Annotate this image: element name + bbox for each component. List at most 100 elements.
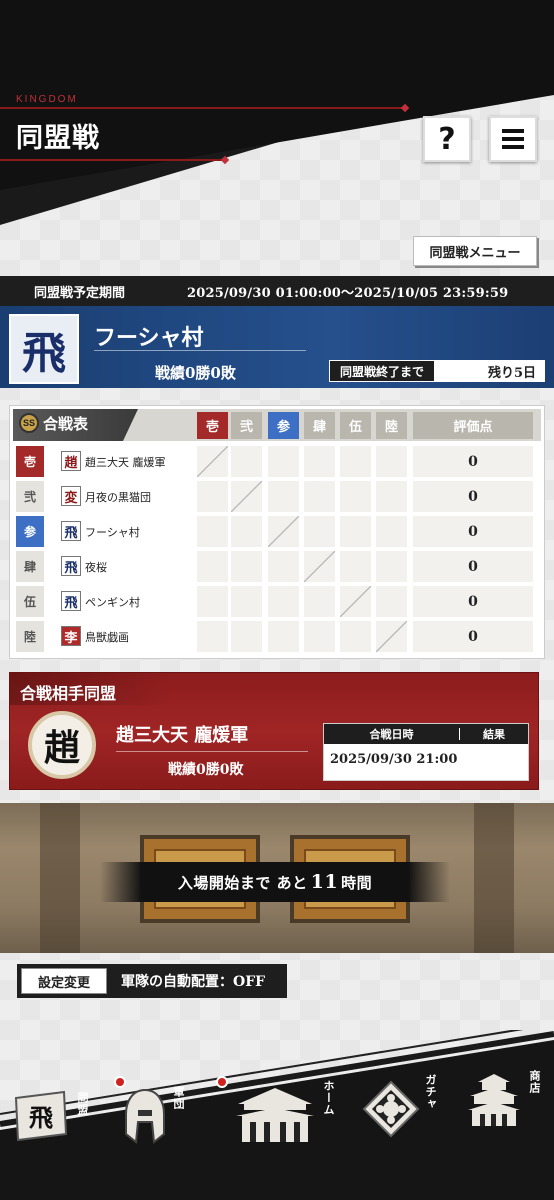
battle-table: SS 合戦表 壱 弐 参 肆 伍 陸 評価点 壱 趙 趙三大天 龐煖軍 0 弐 … <box>9 405 545 659</box>
opponent-record: 戦績0勝0敗 <box>168 762 244 778</box>
alliance-emblem: 飛 <box>9 314 79 384</box>
table-cell <box>268 481 299 512</box>
table-cell <box>268 586 299 617</box>
gacha-crest-icon <box>362 1080 420 1138</box>
hamburger-icon <box>502 125 524 153</box>
bottom-nav: 飛 同盟 軍団 ホーム ガチャ 商店 <box>0 1030 554 1200</box>
row-number: 伍 <box>16 586 44 617</box>
alliance-emblem-icon: 変 <box>61 486 81 506</box>
help-button[interactable]: ? <box>423 116 471 162</box>
row-number: 壱 <box>16 446 44 477</box>
table-cell <box>376 586 407 617</box>
row-score: 0 <box>413 446 533 477</box>
battle-schedule-table: 合戦日時 結果 2025/09/30 21:00 <box>323 723 529 781</box>
row-number: 陸 <box>16 621 44 652</box>
table-cell <box>340 621 371 652</box>
help-icon: ? <box>438 121 456 157</box>
gate-pillar <box>474 803 514 953</box>
row-score: 0 <box>413 481 533 512</box>
table-cell <box>304 586 335 617</box>
table-row[interactable]: 参 飛 フーシャ村 0 <box>13 515 541 548</box>
col-header-2: 弐 <box>231 412 262 439</box>
col-header-1: 壱 <box>197 412 228 439</box>
row-number: 肆 <box>16 551 44 582</box>
gate-pillar <box>40 803 80 953</box>
row-alliance-name: 鳥獣戯画 <box>85 631 129 644</box>
table-row[interactable]: 伍 飛 ペンギン村 0 <box>13 585 541 618</box>
alliance-emblem-icon: 李 <box>61 626 81 646</box>
opponent-alliance-panel[interactable]: 合戦相手同盟 趙 趙三大天 龐煖軍 戦績0勝0敗 合戦日時 結果 2025/09… <box>9 672 539 790</box>
notification-dot <box>216 1076 228 1088</box>
alliance-record: 戦績0勝0敗 <box>155 364 236 382</box>
nav-gacha-label: ガチャ <box>424 1074 437 1110</box>
row-score: 0 <box>413 621 533 652</box>
alliance-emblem-icon: 飛 <box>61 556 81 576</box>
table-cell <box>197 586 228 617</box>
col-header-6: 陸 <box>376 412 407 439</box>
time-remaining-label: 同盟戦終了まで <box>330 361 434 381</box>
table-row[interactable]: 肆 飛 夜桜 0 <box>13 550 541 583</box>
alliance-emblem-icon: 趙 <box>61 451 81 471</box>
datetime-header: 合戦日時 <box>324 728 460 741</box>
alliance-flag-icon: 飛 <box>14 1090 68 1142</box>
nav-gacha[interactable]: ガチャ <box>362 1070 442 1160</box>
alliance-emblem-icon: 飛 <box>61 521 81 541</box>
alliance-name: フーシャ村 <box>94 325 204 351</box>
table-cell <box>197 516 228 547</box>
divider <box>116 751 308 752</box>
table-cell <box>304 551 335 582</box>
alliance-war-menu-button[interactable]: 同盟戦メニュー <box>413 236 537 266</box>
table-cell <box>268 621 299 652</box>
table-row[interactable]: 壱 趙 趙三大天 龐煖軍 0 <box>13 445 541 478</box>
nav-shop[interactable]: 商店 <box>466 1070 550 1160</box>
table-cell <box>231 446 262 477</box>
col-header-5: 伍 <box>340 412 371 439</box>
opponent-title: 合戦相手同盟 <box>20 684 117 703</box>
row-score: 0 <box>413 586 533 617</box>
period-bar: 同盟戦予定期間 2025/09/30 01:00:00～2025/10/05 2… <box>0 276 554 306</box>
period-value: 2025/09/30 01:00:00～2025/10/05 23:59:59 <box>187 285 509 301</box>
table-cell <box>197 481 228 512</box>
table-cell <box>340 516 371 547</box>
header-shape <box>0 0 554 225</box>
table-cell <box>231 516 262 547</box>
table-cell <box>340 586 371 617</box>
col-header-4: 肆 <box>304 412 335 439</box>
entry-countdown-hours: 11 <box>310 871 339 893</box>
battle-table-title: 合戦表 <box>43 415 89 433</box>
alliance-emblem-icon: 飛 <box>61 591 81 611</box>
table-cell <box>304 481 335 512</box>
entry-countdown-suffix: 時間 <box>341 873 373 892</box>
brand-label: KINGDOM <box>16 94 78 105</box>
menu-button[interactable] <box>489 116 537 162</box>
table-row[interactable]: 陸 李 鳥獣戯画 0 <box>13 620 541 653</box>
time-remaining: 同盟戦終了まで 残り5日 <box>329 360 545 382</box>
nav-shop-label: 商店 <box>528 1070 541 1094</box>
page-title: 同盟戦 <box>16 123 100 154</box>
table-cell <box>340 551 371 582</box>
shop-building-icon <box>468 1074 520 1126</box>
table-cell <box>197 551 228 582</box>
settings-bar: 設定変更 軍隊の自動配置：OFF <box>17 964 287 998</box>
table-row[interactable]: 弐 変 月夜の黒猫団 0 <box>13 480 541 513</box>
svg-text:飛: 飛 <box>29 1103 53 1132</box>
nav-alliance[interactable]: 飛 同盟 <box>12 1070 92 1160</box>
row-score: 0 <box>413 551 533 582</box>
settings-change-button[interactable]: 設定変更 <box>21 968 107 994</box>
palace-icon <box>236 1088 314 1142</box>
table-cell <box>340 446 371 477</box>
nav-home[interactable]: ホーム <box>232 1070 342 1160</box>
table-cell <box>304 446 335 477</box>
ss-rank-badge: SS <box>19 413 39 433</box>
table-cell <box>376 446 407 477</box>
col-header-3: 参 <box>268 412 299 439</box>
score-header: 評価点 <box>413 412 533 439</box>
table-cell <box>376 516 407 547</box>
nav-army[interactable]: 軍団 <box>120 1070 200 1160</box>
table-cell <box>231 621 262 652</box>
row-alliance-name: フーシャ村 <box>85 526 140 539</box>
row-number: 弐 <box>16 481 44 512</box>
entry-countdown-prefix: 入場開始まで あと <box>177 873 308 892</box>
table-cell <box>197 446 228 477</box>
table-cell <box>304 516 335 547</box>
